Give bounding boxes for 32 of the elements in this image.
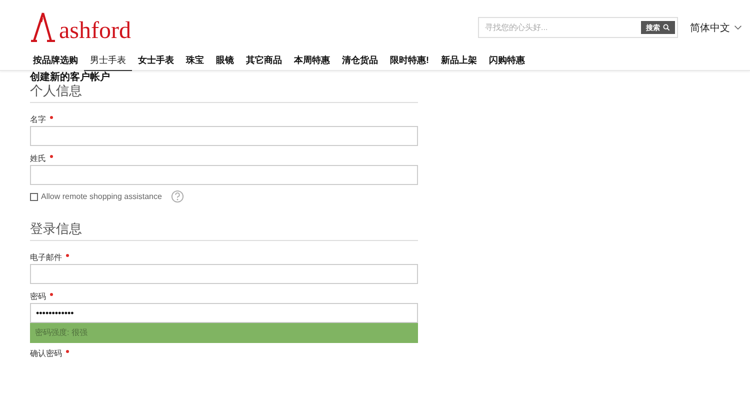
input-field[interactable] xyxy=(30,264,418,284)
input-field[interactable] xyxy=(30,165,418,185)
nav-tab[interactable]: 按品牌选购 xyxy=(30,54,84,70)
nav-tab[interactable]: 珠宝 xyxy=(180,54,210,70)
field-label: 密码 xyxy=(30,292,418,301)
nav-tab[interactable]: 闪购特惠 xyxy=(483,54,531,70)
checkbox[interactable] xyxy=(30,192,38,200)
nav-tab[interactable]: 男士手表 xyxy=(84,54,132,71)
field-label: 确认密码 xyxy=(30,349,418,358)
checkbox-label: Allow remote shopping assistance xyxy=(41,192,162,201)
password-field[interactable]: •••••••••••• xyxy=(30,303,418,323)
nav-tab[interactable]: 眼镜 xyxy=(210,54,240,70)
page-title: 创建新的客户帐户 xyxy=(30,72,111,83)
input-field[interactable] xyxy=(30,126,418,146)
field-label: 电子邮件 xyxy=(30,253,418,262)
field-label: 姓氏 xyxy=(30,154,418,163)
nav-tab[interactable]: 本周特惠 xyxy=(288,54,336,70)
password-strength-bar: 密码强度: 很强 xyxy=(30,323,418,343)
field-label: 名字 xyxy=(30,115,418,124)
language-selector[interactable]: 简体中文 xyxy=(690,20,742,34)
nav-tab[interactable]: 女士手表 xyxy=(132,54,180,70)
nav-tab[interactable]: 清仓货品 xyxy=(336,54,384,70)
section-title: 登录信息 xyxy=(30,221,418,241)
search-icon xyxy=(663,24,670,31)
logo[interactable]: ashford xyxy=(30,12,131,42)
nav-tab[interactable]: 限时特惠! xyxy=(384,54,435,70)
nav-tab[interactable]: 新品上架 xyxy=(435,54,483,70)
section-title: 个人信息 xyxy=(30,83,418,103)
chevron-down-icon xyxy=(734,25,742,30)
help-icon[interactable] xyxy=(170,190,184,203)
nav-tab[interactable]: 其它商品 xyxy=(240,54,288,70)
logo-a-icon xyxy=(30,12,56,42)
